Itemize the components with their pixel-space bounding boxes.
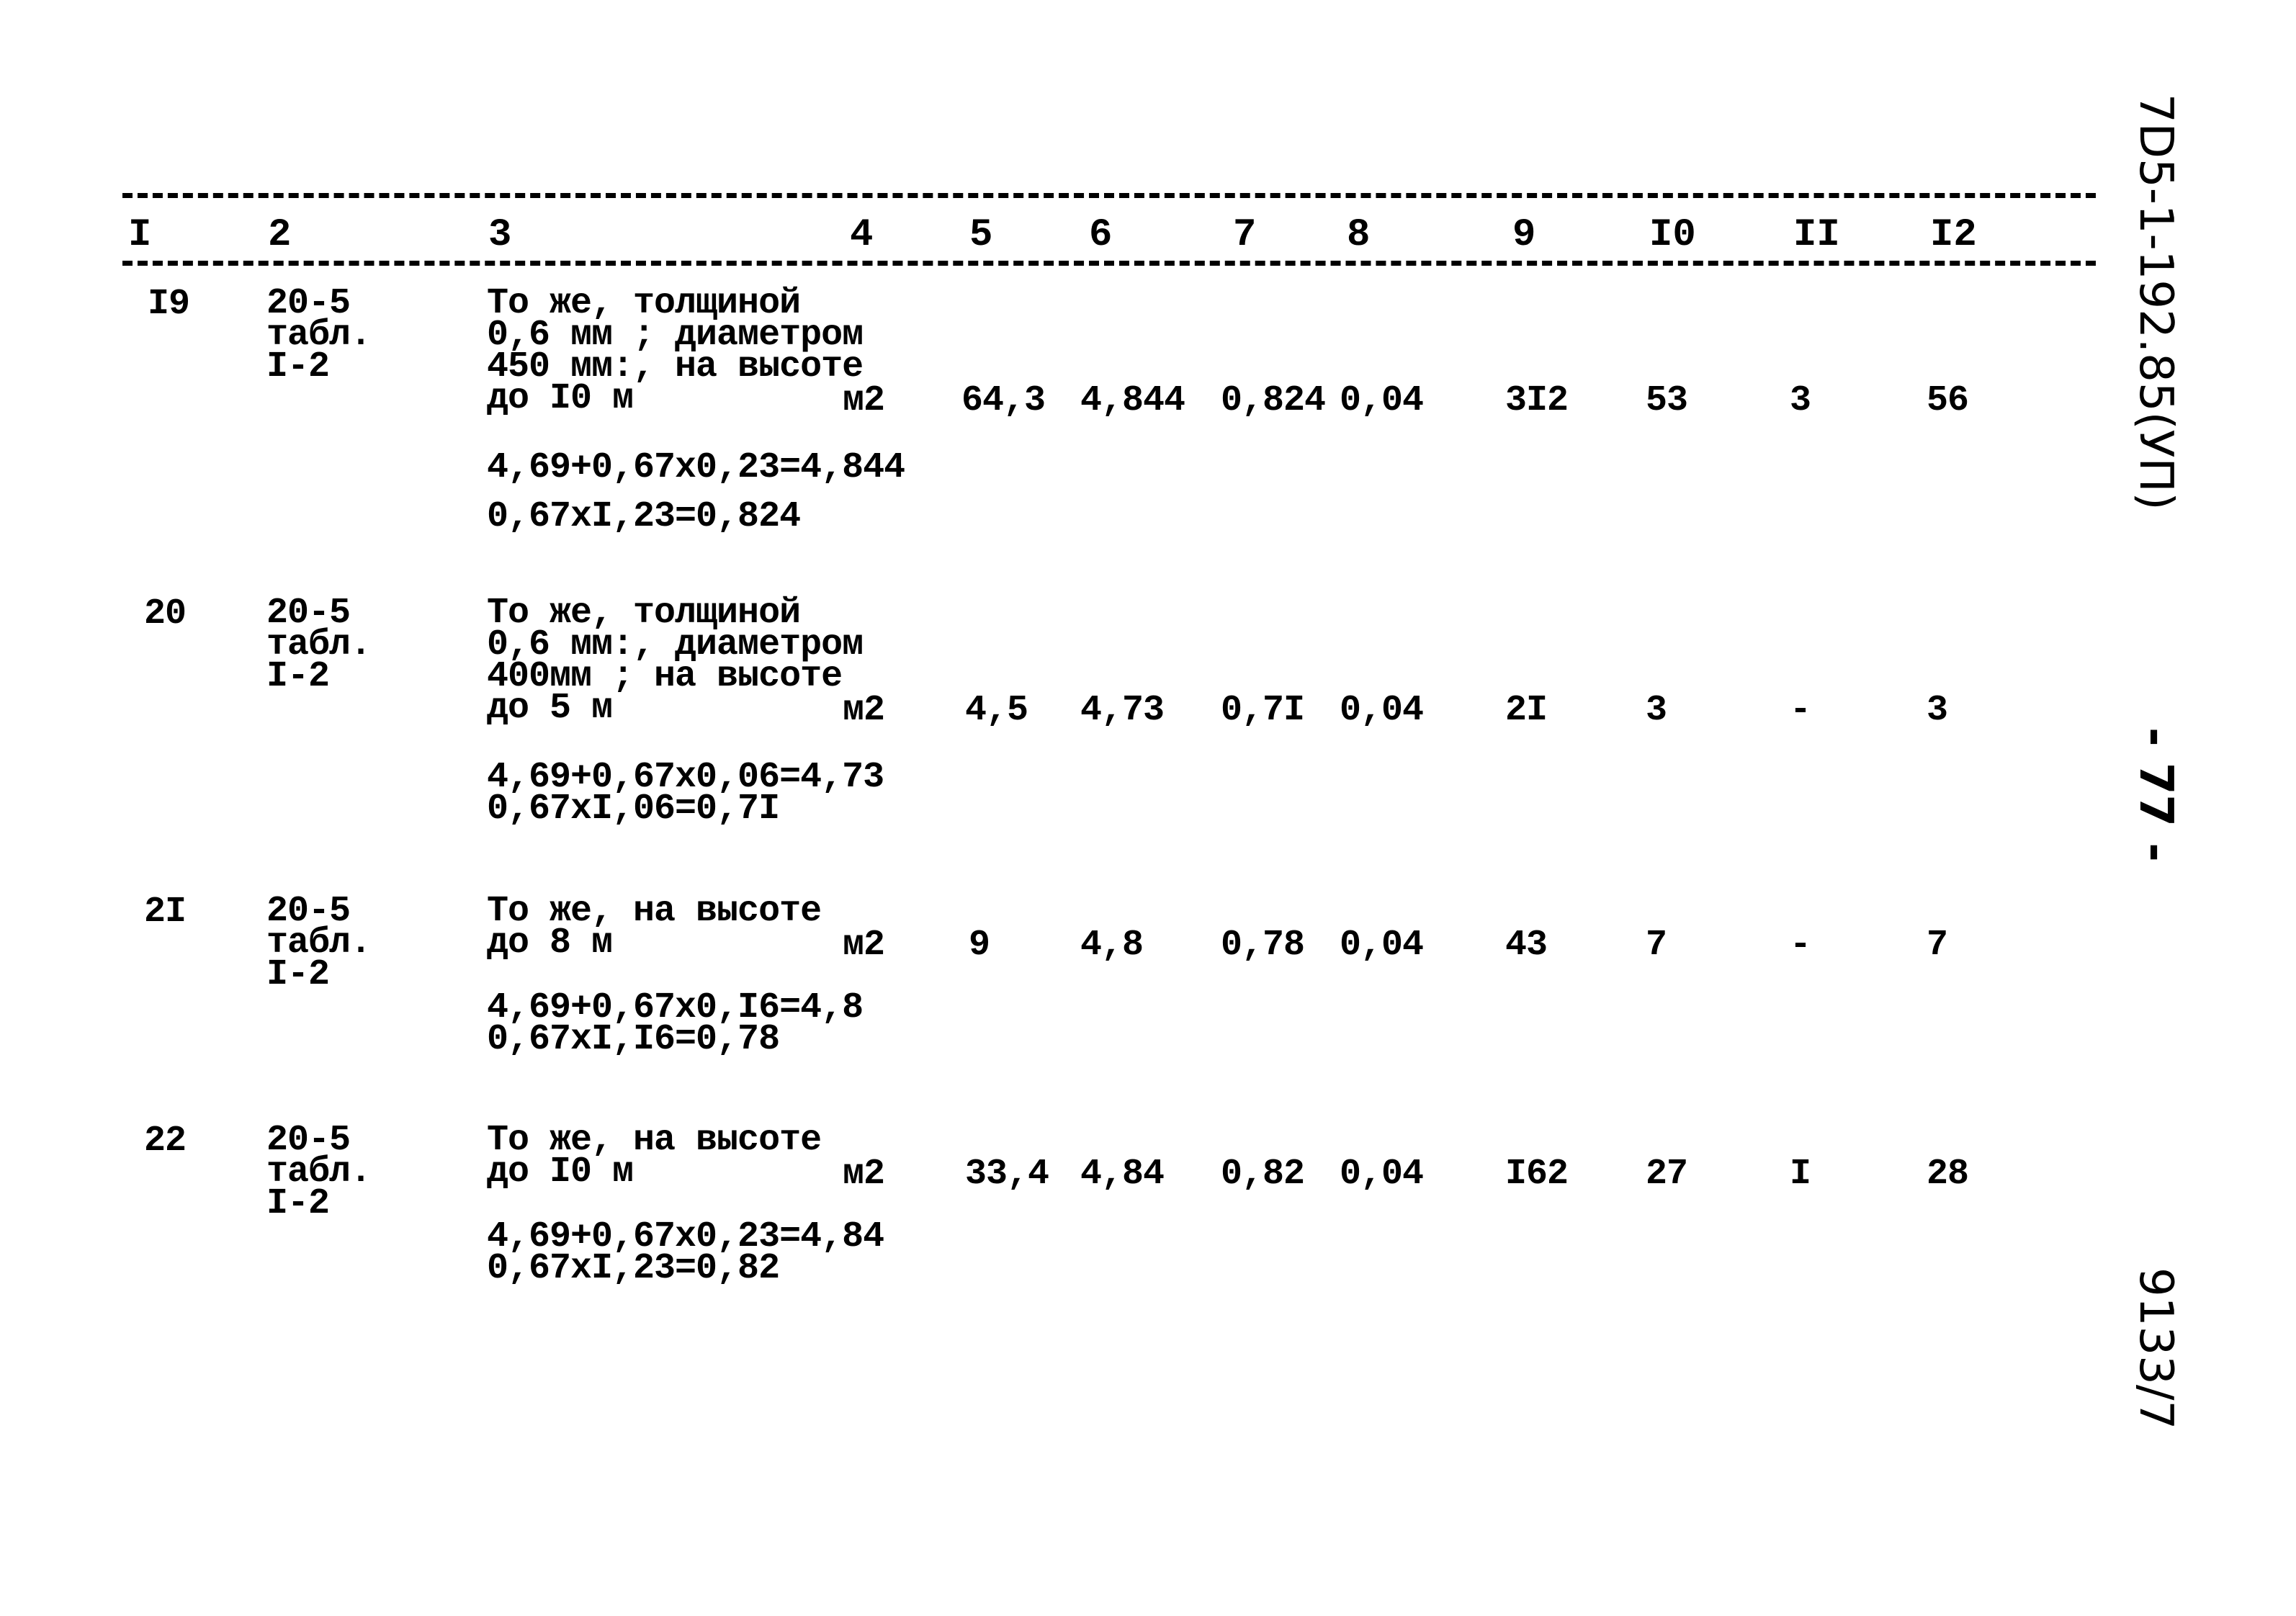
row-col6: 4,8 [1080, 925, 1144, 966]
row-col12: 28 [1927, 1154, 1969, 1195]
row-col9: I62 [1505, 1154, 1569, 1195]
row-col12: 7 [1927, 925, 1948, 966]
row-calc-line2: 0,67xI,06=0,7I [487, 789, 780, 830]
row-desc-line4: до 5 м [487, 688, 613, 729]
table-header-rule [122, 261, 2096, 266]
col-header-11: II [1793, 213, 1840, 257]
row-col10: 53 [1646, 380, 1688, 421]
row-col10: 3 [1646, 690, 1667, 731]
document-code: 7D5-1-192.85(УП) [2129, 94, 2182, 511]
row-col6: 4,844 [1080, 380, 1185, 421]
row-calc-line2: 0,67xI,I6=0,78 [487, 1019, 780, 1060]
col-header-4: 4 [850, 213, 874, 257]
row-calc-line2: 0,67xI,23=0,82 [487, 1248, 780, 1289]
col-header-8: 8 [1347, 213, 1371, 257]
row-desc-line4: до I0 м [487, 378, 634, 419]
row-col11: 3 [1790, 380, 1811, 421]
row-col5: 33,4 [965, 1154, 1049, 1195]
table-top-rule [122, 193, 2096, 198]
row-col7: 0,78 [1221, 925, 1305, 966]
row-col8: 0,04 [1340, 380, 1424, 421]
row-col9: 3I2 [1505, 380, 1569, 421]
row-ref-line3: I-2 [266, 656, 330, 697]
archive-number: 9133/7 [2129, 1267, 2182, 1430]
row-col8: 0,04 [1340, 1154, 1424, 1195]
row-number: 22 [144, 1121, 187, 1162]
row-col12: 3 [1927, 690, 1948, 731]
col-header-12: I2 [1930, 213, 1977, 257]
col-header-3: 3 [488, 213, 512, 257]
col-header-9: 9 [1512, 213, 1536, 257]
row-col7: 0,7I [1221, 690, 1305, 731]
row-col8: 0,04 [1340, 690, 1424, 731]
row-col11: I [1790, 1154, 1811, 1195]
row-col8: 0,04 [1340, 925, 1424, 966]
row-col6: 4,84 [1080, 1154, 1165, 1195]
row-ref-line3: I-2 [266, 954, 330, 995]
row-col9: 2I [1505, 690, 1548, 731]
row-calc-line2: 0,67xI,23=0,824 [487, 496, 801, 537]
row-unit: м2 [843, 925, 885, 966]
row-col11: - [1790, 925, 1811, 966]
col-header-2: 2 [268, 213, 292, 257]
col-header-6: 6 [1089, 213, 1113, 257]
col-header-1: I [128, 213, 152, 257]
row-col7: 0,82 [1221, 1154, 1305, 1195]
row-number: 2I [144, 892, 187, 933]
row-number: I9 [148, 284, 190, 325]
row-unit: м2 [843, 690, 885, 731]
row-col5: 9 [969, 925, 990, 966]
row-col9: 43 [1505, 925, 1548, 966]
row-desc-line2: до I0 м [487, 1152, 634, 1193]
row-col7: 0,824 [1221, 380, 1326, 421]
row-col11: - [1790, 690, 1811, 731]
row-desc-line2: до 8 м [487, 923, 613, 964]
row-calc-line1: 4,69+0,67x0,23=4,844 [487, 447, 905, 488]
row-col5: 4,5 [965, 690, 1028, 731]
col-header-7: 7 [1233, 213, 1257, 257]
row-unit: м2 [843, 1154, 885, 1195]
page-number: - 77 - [2129, 727, 2182, 862]
row-ref-line3: I-2 [266, 346, 330, 387]
row-col10: 27 [1646, 1154, 1688, 1195]
row-col5: 64,3 [961, 380, 1046, 421]
row-number: 20 [144, 593, 187, 634]
row-col12: 56 [1927, 380, 1969, 421]
col-header-5: 5 [969, 213, 993, 257]
row-col10: 7 [1646, 925, 1667, 966]
row-unit: м2 [843, 380, 885, 421]
row-ref-line3: I-2 [266, 1183, 330, 1224]
col-header-10: I0 [1649, 213, 1696, 257]
row-col6: 4,73 [1080, 690, 1165, 731]
